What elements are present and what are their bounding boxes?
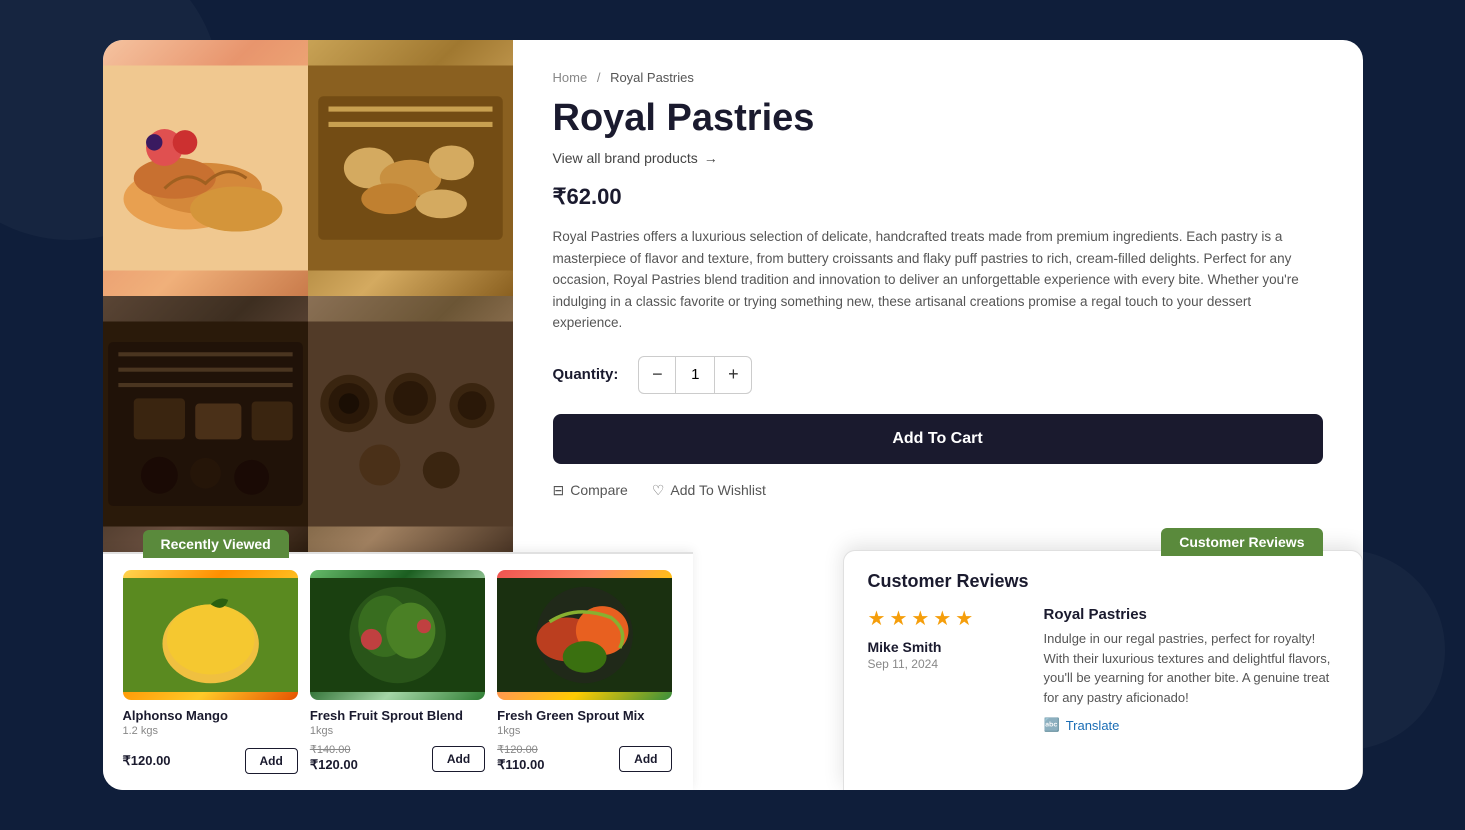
breadcrumb: Home / Royal Pastries: [553, 70, 1323, 85]
review-right: Royal Pastries Indulge in our regal past…: [1044, 606, 1338, 733]
card-name-vegmix: Fresh Green Sprout Mix: [497, 708, 672, 723]
review-body-row: ★ ★ ★ ★ ★ Mike Smith Sep 11, 2024 Royal …: [868, 606, 1338, 733]
card-old-price-salad: ₹140.00: [310, 743, 358, 756]
quantity-increase-button[interactable]: +: [715, 357, 751, 393]
recently-viewed-item-2: 14% OFF Fresh Fruit Sprout Blend 1kgs ₹1…: [310, 570, 485, 774]
product-title: Royal Pastries: [553, 97, 1323, 140]
review-text: Indulge in our regal pastries, perfect f…: [1044, 629, 1338, 707]
card-price-vegmix: ₹110.00: [497, 757, 544, 772]
breadcrumb-separator: /: [597, 70, 601, 85]
card-add-button-mango[interactable]: Add: [245, 748, 298, 774]
product-area: Home / Royal Pastries Royal Pastries Vie…: [103, 40, 1363, 552]
card-name-mango: Alphonso Mango: [123, 708, 298, 723]
action-row: ⊟ Compare ♡ Add To Wishlist: [553, 482, 1323, 499]
card-price-row-vegmix: ₹120.00 ₹110.00 Add: [497, 743, 672, 774]
card-add-button-salad[interactable]: Add: [432, 746, 485, 772]
star-4: ★: [933, 606, 951, 631]
translate-row[interactable]: 🔤 Translate: [1044, 717, 1338, 733]
quantity-label: Quantity:: [553, 366, 619, 383]
product-image-3: [103, 296, 308, 552]
quantity-row: Quantity: − 1 +: [553, 356, 1323, 394]
customer-reviews-content: Customer Reviews ★ ★ ★ ★ ★ Mike Smith Se…: [843, 550, 1363, 790]
breadcrumb-current: Royal Pastries: [610, 70, 694, 85]
card-price-row-salad: ₹140.00 ₹120.00 Add: [310, 743, 485, 774]
recently-viewed-content: ★ 4.3 Alphonso Mango 1.2 kgs ₹120.00 Add: [103, 552, 693, 790]
star-2: ★: [889, 606, 907, 631]
product-details: Home / Royal Pastries Royal Pastries Vie…: [513, 40, 1363, 552]
breadcrumb-home[interactable]: Home: [553, 70, 588, 85]
product-description: Royal Pastries offers a luxurious select…: [553, 226, 1323, 334]
add-to-cart-button[interactable]: Add To Cart: [553, 414, 1323, 464]
product-image-4: [308, 296, 513, 552]
heart-icon: ♡: [652, 482, 665, 499]
card-image-vegmix[interactable]: 8% OFF: [497, 570, 672, 700]
recently-viewed-item-1: ★ 4.3 Alphonso Mango 1.2 kgs ₹120.00 Add: [123, 570, 298, 774]
card-image-mango[interactable]: ★ 4.3: [123, 570, 298, 700]
product-image-1: [103, 40, 308, 296]
card-weight-vegmix: 1kgs: [497, 725, 672, 737]
reviewer-name: Mike Smith: [868, 639, 1028, 655]
card-add-button-vegmix[interactable]: Add: [619, 746, 672, 772]
quantity-control: − 1 +: [638, 356, 752, 394]
translate-icon: 🔤: [1044, 717, 1060, 733]
reviews-title: Customer Reviews: [868, 571, 1338, 592]
review-product-name: Royal Pastries: [1044, 606, 1338, 623]
star-1: ★: [868, 606, 886, 631]
quantity-value: 1: [675, 357, 715, 393]
view-all-link[interactable]: View all brand products →: [553, 150, 1323, 166]
recently-viewed-item-3: 8% OFF Fresh Green Sprout Mix 1kgs ₹120.…: [497, 570, 672, 774]
card-old-price-vegmix: ₹120.00: [497, 743, 544, 756]
customer-reviews-section: Customer Reviews Customer Reviews ★ ★ ★ …: [843, 550, 1363, 790]
star-3: ★: [911, 606, 929, 631]
product-image-2: [308, 40, 513, 296]
stars-row: ★ ★ ★ ★ ★: [868, 606, 1028, 631]
review-left: ★ ★ ★ ★ ★ Mike Smith Sep 11, 2024: [868, 606, 1028, 733]
recently-viewed-tab[interactable]: Recently Viewed: [143, 530, 289, 558]
recently-viewed-section: Recently Viewed ★ 4.3 Alphonso Mang: [103, 552, 693, 790]
customer-reviews-tab[interactable]: Customer Reviews: [1161, 528, 1322, 556]
wishlist-link[interactable]: ♡ Add To Wishlist: [652, 482, 766, 499]
card-price-mango: ₹120.00: [123, 753, 171, 769]
card-weight-salad: 1kgs: [310, 725, 485, 737]
card-image-salad[interactable]: 14% OFF: [310, 570, 485, 700]
review-date: Sep 11, 2024: [868, 657, 1028, 671]
quantity-decrease-button[interactable]: −: [639, 357, 675, 393]
product-image-grid: [103, 40, 513, 552]
compare-link[interactable]: ⊟ Compare: [553, 482, 628, 499]
card-price-row-mango: ₹120.00 Add: [123, 748, 298, 774]
card-name-salad: Fresh Fruit Sprout Blend: [310, 708, 485, 723]
compare-icon: ⊟: [553, 482, 565, 499]
main-container: Home / Royal Pastries Royal Pastries Vie…: [103, 40, 1363, 790]
card-weight-mango: 1.2 kgs: [123, 725, 298, 737]
product-price: ₹62.00: [553, 184, 1323, 210]
translate-label: Translate: [1066, 718, 1120, 733]
card-price-salad: ₹120.00: [310, 757, 358, 772]
star-5: ★: [955, 606, 973, 631]
